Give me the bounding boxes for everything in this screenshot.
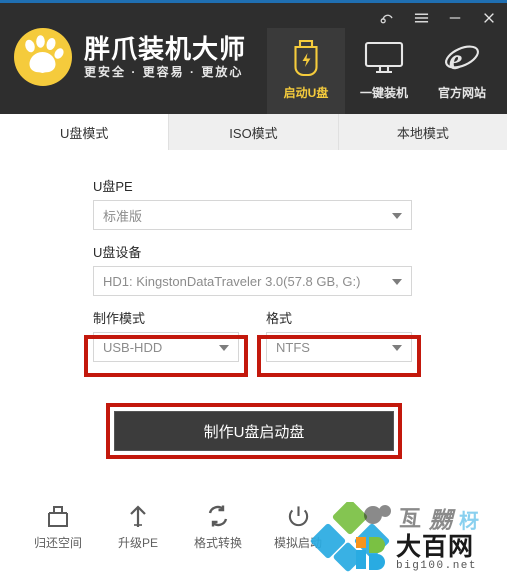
nav-label: 官方网站 [437,86,486,100]
app-title: 胖爪装机大师 [84,34,247,64]
main-nav: 启动U盘 一键装机 e 官方网站 [267,28,501,114]
usb-pe-value: 标准版 [103,208,143,224]
tab-label: ISO模式 [229,125,278,141]
tab-label: U盘模式 [59,125,109,141]
format-convert-icon [206,503,230,529]
tool-format-convert[interactable]: 格式转换 [178,503,258,549]
internet-explorer-icon: e [442,36,482,80]
app-subtitle: 更安全 · 更容易 · 更放心 [84,65,244,79]
close-icon[interactable] [479,8,499,28]
tool-label: 归还空间 [33,536,82,550]
main-panel: U盘PE 标准版 U盘设备 HD1: KingstonDataTraveler … [0,150,507,495]
field-label: 制作模式 [93,311,146,326]
monitor-icon [364,36,404,80]
app-header: 胖爪装机大师 更安全 · 更容易 · 更放心 启动U盘 一键装机 e 官方网站 [0,0,507,114]
highlight-box-make-mode [84,335,248,377]
usb-device-select[interactable]: HD1: KingstonDataTraveler 3.0(57.8 GB, G… [93,266,412,296]
tool-restore-space[interactable]: 归还空间 [18,503,98,549]
usb-drive-icon [291,36,321,80]
titlebar-accent [0,0,507,3]
field-usb-device: U盘设备 HD1: KingstonDataTraveler 3.0(57.8 … [93,246,412,296]
tool-simulate-boot[interactable]: 模拟启动 [258,503,338,549]
paw-icon [14,28,72,86]
mode-tabs: U盘模式 ISO模式 本地模式 [0,114,507,150]
restore-space-icon [46,503,70,529]
brand: 胖爪装机大师 更安全 · 更容易 · 更放心 [14,28,246,86]
tool-upgrade-pe[interactable]: 升级PE [98,503,178,549]
tab-usb-mode[interactable]: U盘模式 [0,114,170,150]
make-boot-usb-button[interactable]: 制作U盘启动盘 [114,411,394,451]
make-boot-usb-label: 制作U盘启动盘 [203,423,305,441]
support-headset-icon[interactable] [377,8,397,28]
tab-label: 本地模式 [396,125,449,141]
highlight-box-format [257,335,421,377]
nav-label: 启动U盘 [283,86,329,100]
tab-local-mode[interactable]: 本地模式 [338,114,507,150]
minimize-icon[interactable] [445,8,465,28]
field-label: U盘设备 [93,245,142,260]
tool-label: 格式转换 [193,536,242,550]
usb-pe-select[interactable]: 标准版 [93,200,412,230]
field-label: U盘PE [93,179,133,194]
chevron-down-icon [392,279,402,285]
app-window: 胖爪装机大师 更安全 · 更容易 · 更放心 启动U盘 一键装机 e 官方网站 … [0,0,507,581]
bottom-toolbar: 归还空间 升级PE 格式转换 模拟启动 [0,495,507,581]
menu-icon[interactable] [411,8,431,28]
tool-label: 升级PE [117,536,158,550]
window-controls [377,6,499,30]
usb-device-value: HD1: KingstonDataTraveler 3.0(57.8 GB, G… [103,273,361,289]
field-usb-pe: U盘PE 标准版 [93,180,412,230]
power-simulate-icon [287,503,310,529]
field-label: 格式 [266,311,293,326]
nav-item-official-site[interactable]: e 官方网站 [423,28,501,114]
tool-label: 模拟启动 [273,536,322,550]
nav-item-one-key-install[interactable]: 一键装机 [345,28,423,114]
chevron-down-icon [392,213,402,219]
tab-iso-mode[interactable]: ISO模式 [169,114,339,150]
nav-label: 一键装机 [359,86,408,100]
upgrade-arrow-icon [128,503,148,529]
nav-item-boot-usb[interactable]: 启动U盘 [267,28,345,114]
